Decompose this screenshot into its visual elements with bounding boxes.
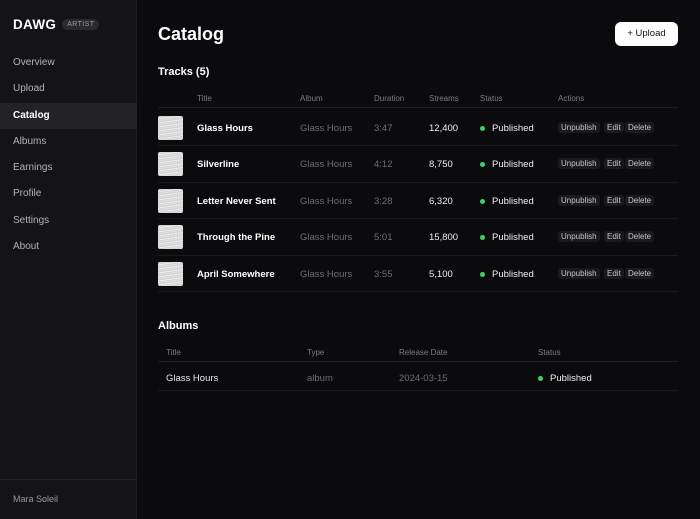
status-label: Published (492, 159, 534, 171)
delete-button[interactable]: Delete (625, 231, 655, 243)
column-header-album: Album (300, 94, 323, 103)
table-row[interactable]: Silverline Glass Hours 4:12 8,750 Publis… (158, 146, 678, 183)
status-label: Published (492, 123, 534, 134)
status-label: Published (492, 268, 534, 280)
album-type: album (307, 373, 333, 384)
status-label: Published (492, 232, 534, 244)
status-dot-icon (538, 376, 543, 381)
sidebar-item-profile[interactable]: Profile (0, 181, 137, 207)
track-cover-art (158, 152, 183, 177)
brand-logo: DAWG (13, 17, 57, 32)
page-title: Catalog (158, 24, 225, 44)
status-badge: Published (480, 123, 534, 134)
track-cover-art (158, 188, 183, 213)
table-row[interactable]: Letter Never Sent Glass Hours 3:28 6,320… (158, 183, 678, 220)
table-row[interactable]: April Somewhere Glass Hours 3:55 5,100 P… (158, 256, 678, 292)
status-label: Published (550, 373, 592, 384)
status-badge: Published (480, 232, 534, 243)
column-header-status: Status (480, 94, 503, 103)
albums-section-title: Albums (158, 320, 199, 332)
sidebar-item-overview[interactable]: Overview (0, 50, 137, 76)
table-row[interactable]: Through the Pine Glass Hours 5:01 15,800… (158, 219, 678, 256)
status-dot-icon (480, 271, 485, 277)
unpublish-button[interactable]: Unpublish (558, 267, 600, 279)
sidebar-item-catalog[interactable]: Catalog (0, 102, 137, 129)
column-header-type: Type (307, 348, 325, 357)
album-title: Glass Hours (166, 373, 219, 384)
track-album: Glass Hours (300, 232, 353, 244)
sidebar: DAWG ARTIST Overview Upload Catalog Albu… (0, 0, 137, 519)
track-duration: 3:28 (374, 195, 393, 207)
sidebar-nav: Overview Upload Catalog Albums Earnings … (0, 50, 137, 260)
edit-button[interactable]: Edit (604, 122, 624, 133)
unpublish-button[interactable]: Unpublish (558, 194, 600, 206)
status-dot-icon (480, 235, 485, 241)
edit-button[interactable]: Edit (604, 194, 624, 206)
brand[interactable]: DAWG ARTIST (13, 17, 100, 32)
sidebar-item-upload[interactable]: Upload (0, 76, 137, 102)
track-title: Letter Never Sent (197, 195, 276, 207)
track-album: Glass Hours (300, 268, 353, 280)
album-release-date: 2024-03-15 (399, 373, 448, 384)
track-title: April Somewhere (197, 268, 275, 280)
column-header-release-date: Release Date (399, 348, 448, 357)
column-header-actions: Actions (558, 94, 585, 103)
track-album: Glass Hours (300, 159, 353, 171)
column-header-status: Status (538, 348, 561, 357)
track-cover-art (158, 116, 183, 140)
sidebar-item-albums[interactable]: Albums (0, 129, 137, 155)
column-header-duration: Duration (374, 94, 405, 103)
tracks-section-title: Tracks (5) (158, 66, 210, 78)
track-streams: 5,100 (429, 268, 453, 280)
track-cover-art (158, 261, 183, 286)
status-dot-icon (480, 126, 485, 131)
track-duration: 3:47 (374, 123, 393, 134)
status-badge: Published (538, 373, 592, 384)
status-label: Published (492, 195, 534, 207)
column-header-title: Title (166, 348, 181, 357)
track-streams: 15,800 (429, 232, 459, 244)
edit-button[interactable]: Edit (604, 158, 624, 170)
unpublish-button[interactable]: Unpublish (558, 158, 600, 170)
track-duration: 4:12 (374, 159, 393, 171)
main-content: Catalog + Upload Tracks (5) Title Album … (158, 0, 678, 519)
column-header-streams: Streams (429, 94, 459, 103)
delete-button[interactable]: Delete (625, 194, 655, 206)
table-row[interactable]: Glass Hours Glass Hours 3:47 12,400 Publ… (158, 110, 678, 147)
column-header-title: Title (197, 94, 212, 103)
track-streams: 12,400 (429, 123, 459, 134)
track-album: Glass Hours (300, 123, 353, 134)
delete-button[interactable]: Delete (625, 122, 655, 133)
tracks-table-header: Title Album Duration Streams Status Acti… (158, 90, 678, 108)
edit-button[interactable]: Edit (604, 231, 624, 243)
sidebar-item-about[interactable]: About (0, 234, 137, 260)
status-badge: Published (480, 196, 534, 207)
upload-button[interactable]: + Upload (615, 22, 678, 46)
track-album: Glass Hours (300, 195, 353, 207)
albums-table-header: Title Type Release Date Status (158, 344, 678, 362)
track-title: Through the Pine (197, 232, 276, 244)
table-row[interactable]: Glass Hours album 2024-03-15 Published (158, 365, 678, 391)
status-badge: Published (480, 269, 534, 280)
track-title: Glass Hours (197, 123, 253, 134)
status-dot-icon (480, 162, 485, 168)
status-badge: Published (480, 159, 534, 170)
sidebar-item-earnings[interactable]: Earnings (0, 155, 137, 181)
track-streams: 8,750 (429, 159, 453, 171)
sidebar-item-settings[interactable]: Settings (0, 208, 137, 234)
track-duration: 5:01 (374, 232, 393, 244)
status-dot-icon (480, 198, 485, 204)
track-duration: 3:55 (374, 268, 393, 280)
track-streams: 6,320 (429, 195, 453, 207)
track-title: Silverline (197, 159, 240, 171)
user-name[interactable]: Mara Soleil (0, 479, 137, 519)
delete-button[interactable]: Delete (625, 267, 655, 279)
edit-button[interactable]: Edit (604, 267, 624, 279)
artist-badge: ARTIST (62, 19, 100, 30)
unpublish-button[interactable]: Unpublish (558, 122, 600, 133)
track-cover-art (158, 225, 183, 250)
delete-button[interactable]: Delete (625, 158, 655, 170)
unpublish-button[interactable]: Unpublish (558, 231, 600, 243)
